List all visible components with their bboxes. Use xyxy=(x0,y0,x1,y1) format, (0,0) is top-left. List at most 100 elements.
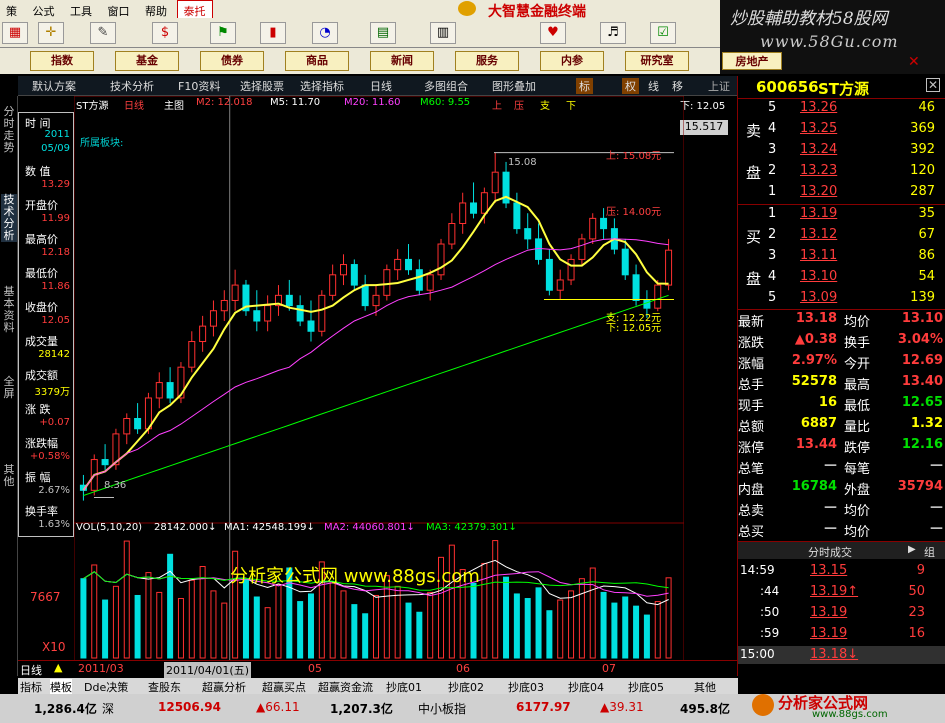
buy-price[interactable]: 13.09 xyxy=(800,290,837,305)
volume-bar xyxy=(665,577,672,659)
nav-service-button[interactable]: 服务 xyxy=(455,51,519,71)
buy-price[interactable]: 13.19 xyxy=(800,206,837,221)
checkbox-icon[interactable]: ☑ xyxy=(650,22,676,44)
sell-price[interactable]: 13.20 xyxy=(800,184,837,199)
tab-default-scheme[interactable]: 默认方案 xyxy=(32,78,76,94)
nav-commodity-button[interactable]: 商品 xyxy=(285,51,349,71)
nav-lab-button[interactable]: 研究室 xyxy=(625,51,689,71)
tab-select-stock[interactable]: 选择股票 xyxy=(240,78,284,94)
btab-chaodi01[interactable]: 抄底01 xyxy=(386,679,422,695)
buy-price[interactable]: 13.10 xyxy=(800,269,837,284)
btab-chaodi02[interactable]: 抄底02 xyxy=(448,679,484,695)
nav-news-button[interactable]: 新闻 xyxy=(370,51,434,71)
nav-fund-button[interactable]: 基金 xyxy=(115,51,179,71)
vtab-fullscreen[interactable]: 全屏 xyxy=(1,376,17,400)
sell-level: 1 xyxy=(768,184,777,199)
info-open: 11.99 xyxy=(41,213,70,224)
vtab-technical[interactable]: 技术分析 xyxy=(1,194,17,242)
nav-index-button[interactable]: 指数 xyxy=(30,51,94,71)
heart-icon[interactable]: ♥ xyxy=(540,22,566,44)
btab-chaodi04[interactable]: 抄底04 xyxy=(568,679,604,695)
chart-bar-icon[interactable]: ▮ xyxy=(260,22,286,44)
tick-expand-icon[interactable]: ▶ xyxy=(908,544,916,555)
candle-body xyxy=(459,202,467,225)
btab-shareholder[interactable]: 查股东 xyxy=(148,679,181,695)
tab-f10[interactable]: F10资料 xyxy=(178,78,220,94)
table-icon[interactable]: ▥ xyxy=(430,22,456,44)
volume-bar xyxy=(80,578,87,659)
pie-icon[interactable]: ◔ xyxy=(312,22,338,44)
candle-body xyxy=(556,279,564,291)
quote-value: — xyxy=(930,458,943,473)
candle-body xyxy=(524,228,532,240)
flag-icon[interactable]: ⚑ xyxy=(210,22,236,44)
btab-dde[interactable]: Dde决策 xyxy=(84,679,128,695)
close-icon[interactable]: ✕ xyxy=(908,54,920,70)
sell-volume: 46 xyxy=(918,100,935,115)
status-sme-index: 6177.97 xyxy=(516,700,571,714)
vertical-tabs: 分时走势 技术分析 基本资料 全屏 其他 xyxy=(0,96,18,676)
tick-volume: 9 xyxy=(916,563,925,578)
btab-chaoying-buy[interactable]: 超赢买点 xyxy=(262,679,306,695)
tab-multi-chart[interactable]: 多图组合 xyxy=(424,78,468,94)
info-change-label: 涨 跌 xyxy=(25,403,51,416)
tab-yi[interactable]: 移 xyxy=(672,78,683,94)
btab-chaodi05[interactable]: 抄底05 xyxy=(628,679,664,695)
sell-price[interactable]: 13.25 xyxy=(800,121,837,136)
nav-bond-button[interactable]: 债券 xyxy=(200,51,264,71)
info-value-label: 数 值 xyxy=(25,165,51,178)
period-triangle-icon[interactable]: ▲ xyxy=(54,661,62,674)
grid-icon[interactable]: ▦ xyxy=(2,22,28,44)
btab-template[interactable]: 模板 xyxy=(50,679,72,695)
tab-xian[interactable]: 线 xyxy=(648,78,659,94)
tab-daily[interactable]: 日线 xyxy=(370,78,392,94)
btab-chaoying-analysis[interactable]: 超赢分析 xyxy=(202,679,246,695)
tick-toggle-label[interactable]: 组 xyxy=(924,544,935,560)
btab-chaodi03[interactable]: 抄底03 xyxy=(508,679,544,695)
music-icon[interactable]: ♬ xyxy=(600,22,626,44)
info-open-label: 开盘价 xyxy=(25,199,58,212)
sell-price[interactable]: 13.23 xyxy=(800,163,837,178)
sell-price[interactable]: 13.24 xyxy=(800,142,837,157)
annot-low: 8.36 xyxy=(104,480,127,491)
volume-bar xyxy=(427,591,434,659)
shangzheng-label[interactable]: 上证 xyxy=(708,78,730,94)
vtab-fundamental[interactable]: 基本资料 xyxy=(1,286,17,334)
tab-technical[interactable]: 技术分析 xyxy=(110,78,154,94)
sell-level: 2 xyxy=(768,163,777,178)
tab-quan[interactable]: 权 xyxy=(622,78,639,94)
nav-realestate-button[interactable]: 房地产 xyxy=(722,52,782,70)
volume-bar xyxy=(199,566,206,659)
buy-price[interactable]: 13.12 xyxy=(800,227,837,242)
buy-price[interactable]: 13.11 xyxy=(800,248,837,263)
sell-price[interactable]: 13.26 xyxy=(800,100,837,115)
dollar-icon[interactable]: $ xyxy=(152,22,178,44)
btab-chaoying-flow[interactable]: 超赢资金流 xyxy=(318,679,373,695)
map-icon[interactable]: ▤ xyxy=(370,22,396,44)
volume-bar xyxy=(568,590,575,659)
quote-value: 13.10 xyxy=(901,311,943,326)
status-sh-amount: 1,286.4亿 xyxy=(34,702,97,716)
nav-research-ref-button[interactable]: 内参 xyxy=(540,51,604,71)
pencil-icon[interactable]: ✎ xyxy=(90,22,116,44)
btab-indicator[interactable]: 指标 xyxy=(20,679,42,695)
tab-overlay[interactable]: 图形叠加 xyxy=(492,78,536,94)
btab-other[interactable]: 其他 xyxy=(694,679,716,695)
tab-biao[interactable]: 标 xyxy=(576,78,593,94)
date-label-march: 2011/03 xyxy=(78,662,124,675)
info-time-date: 05/09 xyxy=(41,143,70,154)
buy-level: 1 xyxy=(768,206,777,221)
vtab-intraday[interactable]: 分时走势 xyxy=(1,106,17,154)
info-high-label: 最高价 xyxy=(25,233,58,246)
info-low-label: 最低价 xyxy=(25,267,58,280)
watermark: 分析家公式网 www.88gs.com xyxy=(230,566,480,587)
quote-label: 均价 xyxy=(844,504,871,519)
crosshair-icon[interactable]: ✛ xyxy=(38,22,64,44)
buy-label-2: 盘 xyxy=(746,270,762,288)
vol-value: 28142.000↓ xyxy=(154,522,217,533)
quote-label: 总额 xyxy=(738,420,765,435)
period-label[interactable]: 日线 xyxy=(20,662,42,678)
tab-select-indicator[interactable]: 选择指标 xyxy=(300,78,344,94)
vtab-other[interactable]: 其他 xyxy=(1,464,17,488)
panel-close-icon[interactable]: ✕ xyxy=(926,78,940,92)
